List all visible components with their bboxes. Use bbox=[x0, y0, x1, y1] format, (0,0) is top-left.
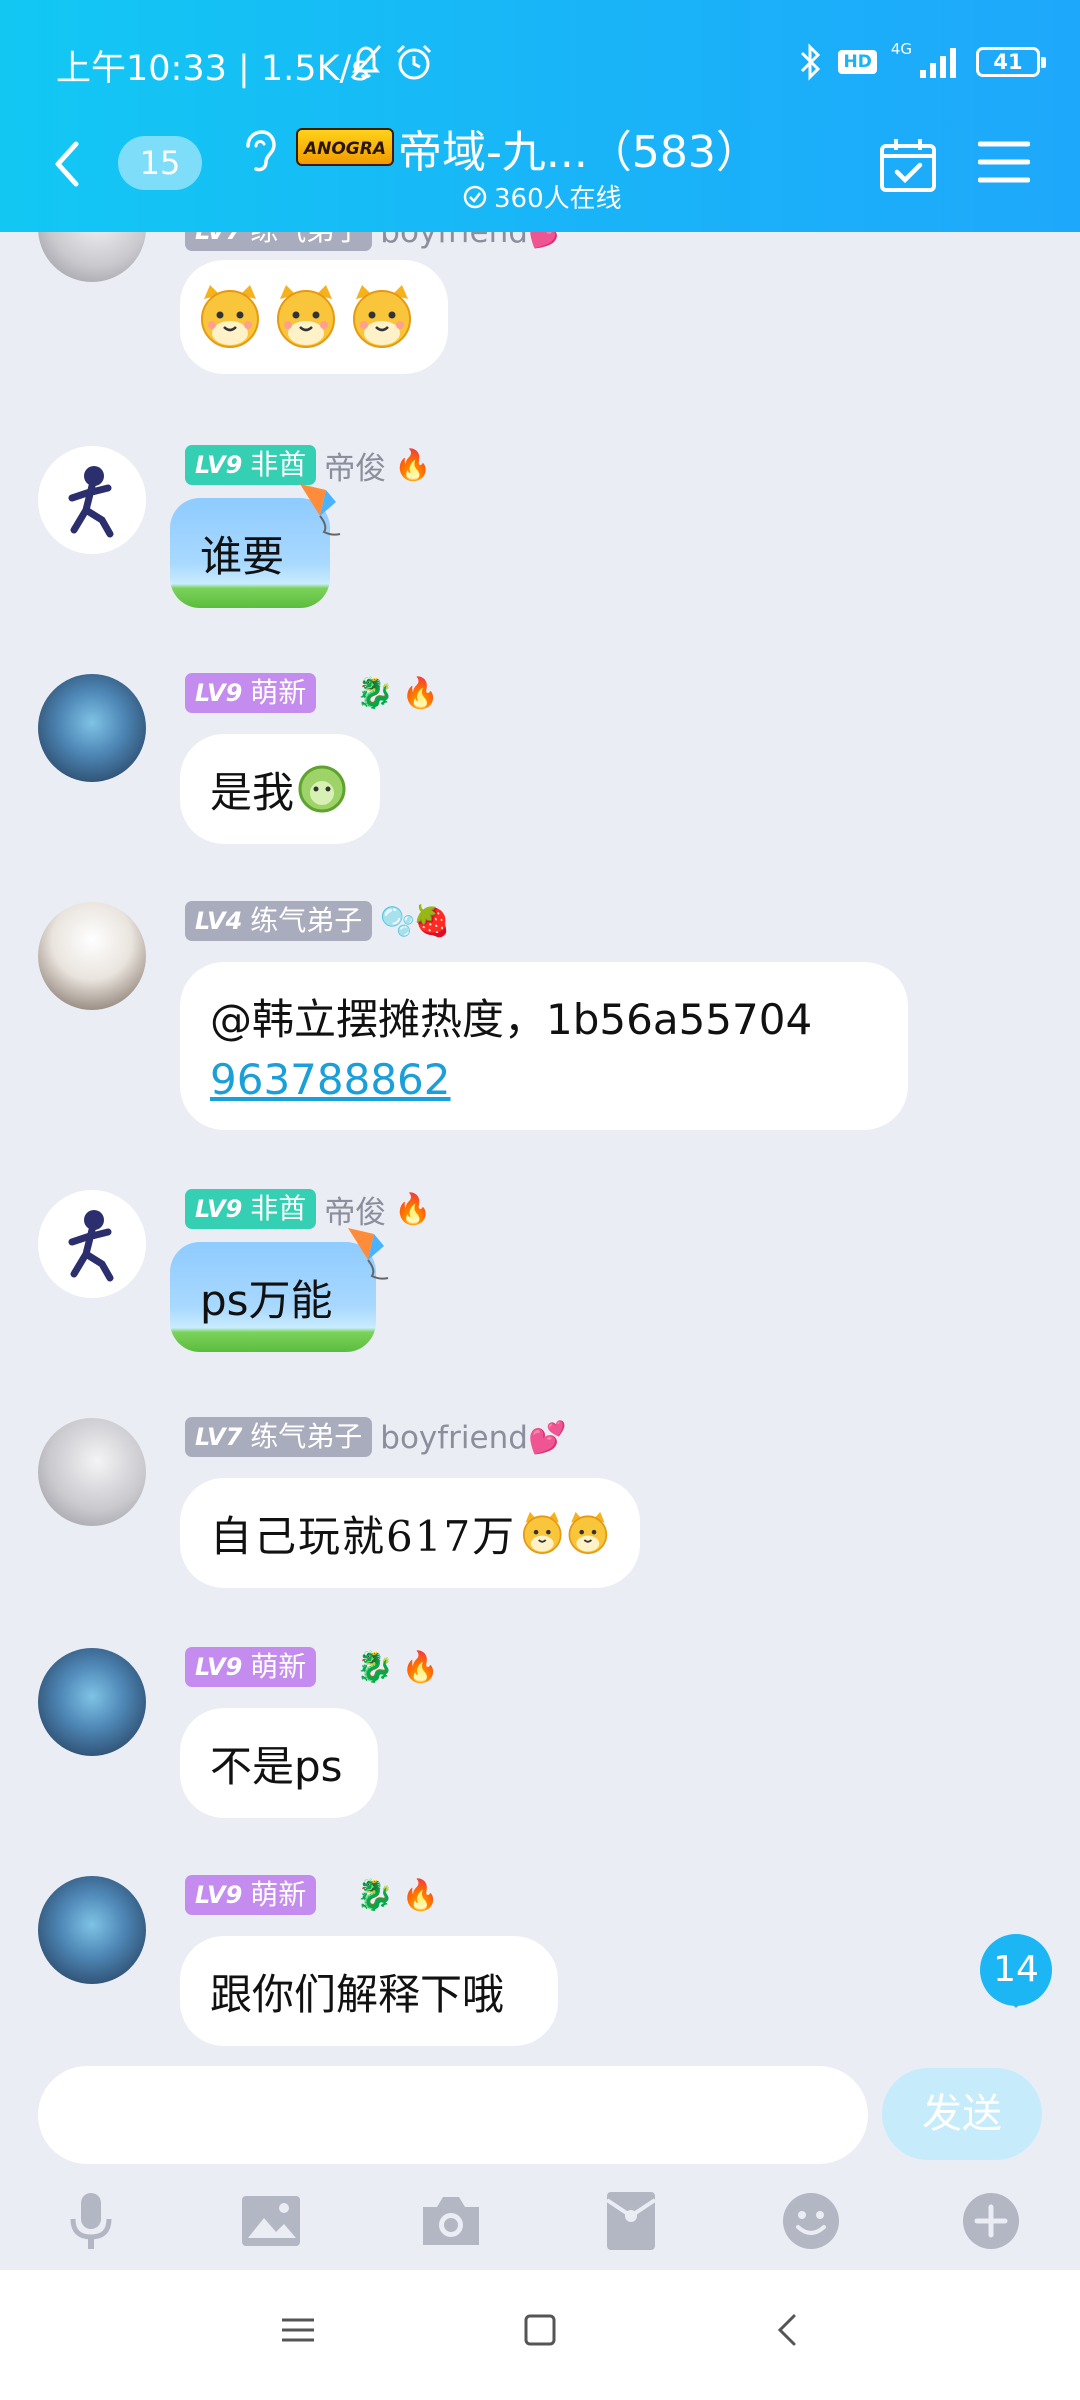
fire-icon: 🔥 bbox=[394, 447, 432, 483]
strawberry-icon: 🍓 bbox=[413, 903, 451, 939]
online-check-icon bbox=[463, 185, 487, 208]
back-arrow-icon[interactable] bbox=[46, 136, 86, 192]
online-count-text: 360人在线 bbox=[494, 184, 622, 214]
bubble-icon: 🫧 bbox=[380, 904, 416, 938]
fire-icon: 🔥 bbox=[401, 1649, 439, 1685]
avatar[interactable] bbox=[38, 232, 146, 282]
fire-icon: 🔥 bbox=[401, 675, 439, 711]
message-bubble[interactable]: 不是ps bbox=[180, 1708, 378, 1818]
message-bubble-emoji[interactable] bbox=[180, 260, 448, 374]
message-input[interactable] bbox=[38, 2066, 868, 2164]
signal-icon bbox=[920, 48, 956, 78]
level-badge: LV9 非酋 bbox=[185, 445, 317, 485]
avatar[interactable] bbox=[38, 1648, 146, 1756]
mute-bell-icon bbox=[350, 45, 382, 79]
bluetooth-icon bbox=[801, 43, 821, 81]
fire-icon: 🔥 bbox=[394, 1191, 432, 1227]
dragon-icon: 🐉 bbox=[356, 1877, 394, 1913]
level-badge: LV4 练气弟子 bbox=[185, 901, 373, 941]
recents-menu-icon[interactable] bbox=[278, 2310, 318, 2350]
avatar[interactable] bbox=[38, 902, 146, 1010]
message-bubble[interactable]: 是我 bbox=[180, 734, 380, 844]
message-text: 谁要 bbox=[200, 531, 285, 581]
status-indicators: HD 4G 41 bbox=[796, 40, 1046, 84]
avatar[interactable] bbox=[38, 674, 146, 782]
microphone-icon[interactable] bbox=[56, 2186, 126, 2256]
menu-icon[interactable] bbox=[978, 136, 1030, 188]
message-link[interactable]: 963788862 bbox=[210, 1050, 878, 1110]
home-square-icon[interactable] bbox=[520, 2310, 560, 2350]
message-text: 跟你们解释下哦 bbox=[210, 1969, 505, 2019]
dragon-icon: 🐉 bbox=[356, 675, 394, 711]
ear-icon[interactable] bbox=[236, 128, 280, 174]
fire-icon: 🔥 bbox=[401, 1877, 439, 1913]
online-count: 360人在线 bbox=[462, 178, 622, 215]
group-title[interactable]: 帝域-九...（583） bbox=[398, 116, 760, 180]
plus-icon[interactable] bbox=[956, 2186, 1026, 2256]
camera-icon[interactable] bbox=[416, 2186, 486, 2256]
calendar-check-icon[interactable] bbox=[878, 136, 938, 194]
group-logo: ANOGRA bbox=[296, 128, 394, 166]
level-badge: LV7练气弟子 bbox=[185, 1417, 373, 1457]
message-meta: LV9 萌新 🐉 🔥 bbox=[185, 1874, 439, 1916]
cat-emoji-icon bbox=[523, 1511, 608, 1555]
level-badge: LV9 非酋 bbox=[185, 1189, 317, 1229]
kite-icon bbox=[300, 484, 341, 536]
runner-avatar-icon bbox=[68, 466, 114, 538]
message-text: 是我 bbox=[210, 767, 295, 817]
network-label: 4G bbox=[890, 40, 912, 58]
dragon-icon: 🐉 bbox=[356, 1649, 394, 1685]
hd-badge: HD bbox=[838, 50, 877, 74]
message-meta: LV7练气弟子 boyfriend💕 bbox=[185, 1416, 567, 1458]
message-text: ps万能 bbox=[200, 1275, 333, 1325]
message-bubble[interactable]: @韩立摆摊热度，1b56a55704 963788862 bbox=[180, 962, 908, 1130]
battery-icon: 41 bbox=[976, 47, 1046, 77]
message-text: 不是ps bbox=[210, 1741, 343, 1791]
avatar[interactable] bbox=[38, 1418, 146, 1526]
unread-count-badge[interactable]: 15 bbox=[118, 136, 202, 190]
message-list[interactable]: LV7练气弟子 boyfriend💕 bbox=[0, 232, 1080, 2050]
message-bubble[interactable]: 跟你们解释下哦 bbox=[180, 1936, 558, 2046]
chat-header: 上午10:33 | 1.5K/s HD 4G 41 15 ANOGRA 帝域-九… bbox=[0, 0, 1080, 232]
status-bar: 上午10:33 | 1.5K/s HD 4G 41 bbox=[0, 0, 1080, 126]
send-button[interactable]: 发送 bbox=[882, 2068, 1042, 2160]
status-time-speed: 上午10:33 | 1.5K/s bbox=[56, 49, 370, 89]
red-packet-icon[interactable] bbox=[596, 2186, 666, 2256]
avatar[interactable] bbox=[38, 1876, 146, 1984]
new-message-count-badge[interactable]: 14 bbox=[980, 1934, 1052, 2008]
level-badge: LV9 萌新 bbox=[185, 1647, 317, 1687]
sender-name[interactable]: boyfriend💕 bbox=[380, 1419, 566, 1456]
system-back-icon[interactable] bbox=[768, 2310, 808, 2350]
system-navigation-bar bbox=[0, 2270, 1080, 2400]
emoji-icon[interactable] bbox=[776, 2186, 846, 2256]
message-meta: LV9 萌新 🐉 🔥 bbox=[185, 672, 439, 714]
cat-emoji-icon bbox=[201, 283, 412, 349]
avatar[interactable] bbox=[38, 446, 146, 554]
kite-icon bbox=[348, 1228, 389, 1280]
message-text: 自己玩就617万 bbox=[210, 1511, 517, 1561]
cabbage-emoji-icon bbox=[298, 765, 346, 813]
level-badge: LV9 萌新 bbox=[185, 673, 317, 713]
message-meta: LV9 萌新 🐉 🔥 bbox=[185, 1646, 439, 1688]
alarm-icon bbox=[396, 44, 432, 80]
runner-avatar-icon bbox=[68, 1210, 114, 1282]
input-bar: 发送 bbox=[0, 2050, 1080, 2270]
message-bubble[interactable]: 自己玩就617万 bbox=[180, 1478, 640, 1588]
image-icon[interactable] bbox=[236, 2186, 306, 2256]
sender-name[interactable]: boyfriend💕 bbox=[380, 232, 566, 250]
message-meta: LV4 练气弟子 🫧 🍓 bbox=[185, 900, 451, 942]
level-badge: LV9 萌新 bbox=[185, 1875, 317, 1915]
message-text: @韩立摆摊热度，1b56a55704 bbox=[210, 995, 813, 1044]
level-badge: LV7练气弟子 bbox=[185, 232, 373, 251]
message-meta: LV7练气弟子 boyfriend💕 bbox=[185, 232, 567, 252]
avatar[interactable] bbox=[38, 1190, 146, 1298]
